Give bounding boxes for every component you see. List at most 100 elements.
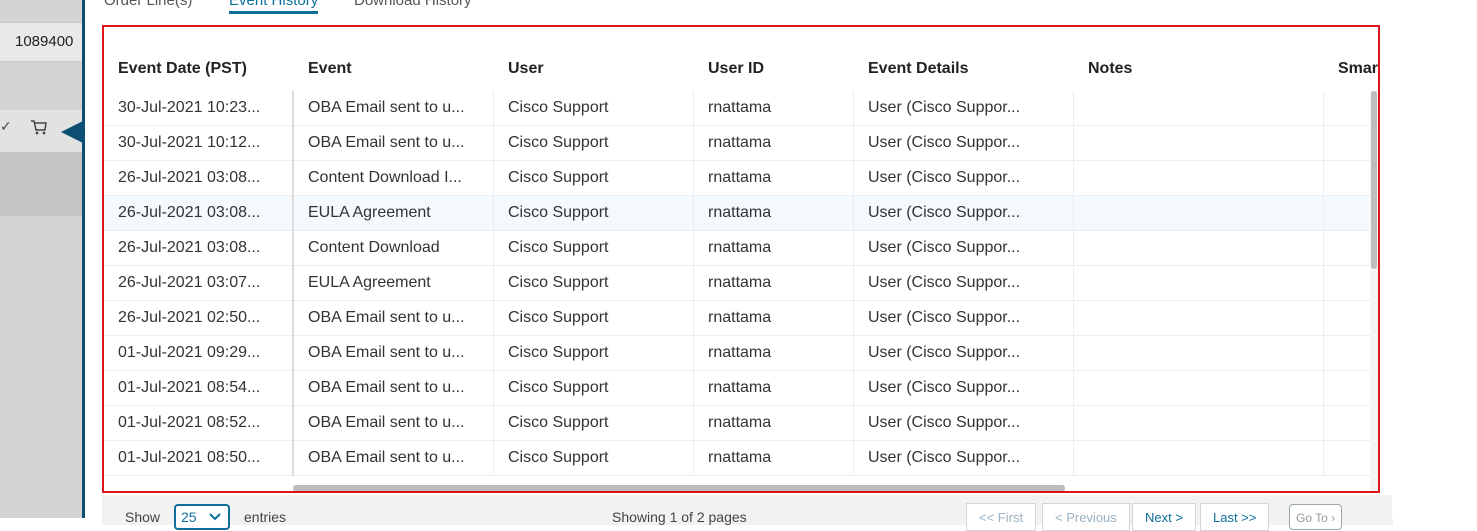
cell-event: OBA Email sent to u... [294,371,494,406]
cell-event: OBA Email sent to u... [294,301,494,336]
cell-user-id: rnattama [694,301,854,336]
cell-smart [1324,91,1374,126]
cell-event: EULA Agreement [294,266,494,301]
column-header-event-details[interactable]: Event Details [868,60,968,78]
column-header-user[interactable]: User [508,60,544,78]
cell-user: Cisco Support [494,301,694,336]
column-header-notes[interactable]: Notes [1088,60,1132,78]
cell-event-details: User (Cisco Suppor... [854,301,1074,336]
cell-user-id: rnattama [694,371,854,406]
table-row[interactable]: 26-Jul-2021 02:50... OBA Email sent to u.… [104,301,1374,336]
cell-user: Cisco Support [494,406,694,441]
goto-label: Go To [1296,511,1328,525]
cell-smart [1324,266,1374,301]
table-row[interactable]: 01-Jul-2021 08:52... OBA Email sent to u.… [104,406,1374,441]
cell-event-date: 30-Jul-2021 10:23... [104,91,294,126]
cell-event-date: 01-Jul-2021 09:29... [104,336,294,371]
cell-event: OBA Email sent to u... [294,126,494,161]
cell-user-id: rnattama [694,196,854,231]
cell-smart [1324,336,1374,371]
cell-event-details: User (Cisco Suppor... [854,161,1074,196]
column-header-user-id[interactable]: User ID [708,60,764,78]
cell-user-id: rnattama [694,161,854,196]
cell-user: Cisco Support [494,91,694,126]
cell-user: Cisco Support [494,161,694,196]
cell-event-date: 01-Jul-2021 08:54... [104,371,294,406]
cell-event-details: User (Cisco Suppor... [854,126,1074,161]
cell-event-details: User (Cisco Suppor... [854,371,1074,406]
modal-pointer-icon [61,121,83,143]
cell-user-id: rnattama [694,336,854,371]
checkmark-icon: ✓ [0,118,12,134]
cell-notes [1074,196,1324,231]
cell-event-details: User (Cisco Suppor... [854,406,1074,441]
cell-user: Cisco Support [494,196,694,231]
cell-event: OBA Email sent to u... [294,406,494,441]
background-page: 1089400 ✓ [0,0,83,518]
chevron-down-icon [209,513,221,521]
page-size-select[interactable]: 25 [174,504,230,530]
cell-user-id: rnattama [694,231,854,266]
previous-page-button[interactable]: < Previous [1042,503,1130,531]
column-header-event[interactable]: Event [308,60,352,78]
table-row[interactable]: 01-Jul-2021 09:29... OBA Email sent to u.… [104,336,1374,371]
table-row[interactable]: 26-Jul-2021 03:08... Content Download Cisc… [104,231,1374,266]
last-page-button[interactable]: Last >> [1200,503,1270,531]
cell-user: Cisco Support [494,231,694,266]
show-label: Show [125,509,161,525]
cell-user: Cisco Support [494,266,694,301]
cell-user-id: rnattama [694,126,854,161]
table-row[interactable]: 26-Jul-2021 03:07... EULA Agreement Cisco … [104,266,1374,301]
next-page-button[interactable]: Next > [1132,503,1196,531]
cell-user-id: rnattama [694,406,854,441]
cell-user: Cisco Support [494,371,694,406]
table-row[interactable]: 01-Jul-2021 08:54... OBA Email sent to u.… [104,371,1374,406]
cell-event: EULA Agreement [294,196,494,231]
cell-event-date: 26-Jul-2021 03:08... [104,196,294,231]
table-row[interactable]: 30-Jul-2021 10:23... OBA Email sent to u.… [104,91,1374,126]
cell-notes [1074,126,1324,161]
table-row[interactable]: 26-Jul-2021 03:08... Content Download I..… [104,161,1374,196]
cell-smart [1324,441,1374,476]
table-row[interactable]: 30-Jul-2021 10:12... OBA Email sent to u.… [104,126,1374,161]
cell-user-id: rnattama [694,91,854,126]
cell-notes [1074,371,1324,406]
cell-smart [1324,231,1374,266]
vertical-scrollbar-thumb[interactable] [1371,91,1377,269]
cell-event: Content Download [294,231,494,266]
page-size-value: 25 [181,509,197,525]
cell-notes [1074,406,1324,441]
cell-event-date: 01-Jul-2021 08:52... [104,406,294,441]
cart-icon[interactable] [30,118,48,136]
cell-event-details: User (Cisco Suppor... [854,336,1074,371]
cell-notes [1074,441,1324,476]
first-page-button[interactable]: << First [966,503,1037,531]
table-row[interactable]: 26-Jul-2021 03:08... EULA Agreement Cisco … [104,196,1374,231]
page-right-margin [1392,0,1477,518]
column-header-smart[interactable]: Smar [1338,60,1378,78]
cell-event-date: 26-Jul-2021 02:50... [104,301,294,336]
cell-notes [1074,161,1324,196]
cell-event-details: User (Cisco Suppor... [854,231,1074,266]
event-history-table: Event Date (PST) Event User User ID Even… [102,25,1380,493]
chevron-right-icon: › [1327,511,1336,525]
cell-user: Cisco Support [494,441,694,476]
column-header-event-date[interactable]: Event Date (PST) [118,60,247,78]
entries-label: entries [244,509,287,525]
cell-event: OBA Email sent to u... [294,91,494,126]
table-row[interactable]: 01-Jul-2021 08:50... OBA Email sent to u.… [104,441,1374,476]
cell-notes [1074,301,1324,336]
event-history-modal: Order Line(s) Event History Download His… [82,0,1393,531]
cell-user: Cisco Support [494,126,694,161]
background-panel [0,152,83,216]
cell-event-date: 26-Jul-2021 03:08... [104,161,294,196]
cell-user-id: rnattama [694,266,854,301]
tab-event-history[interactable]: Event History [229,0,319,14]
goto-page-button[interactable]: Go To › [1289,504,1343,530]
background-id-value: 1089400 [15,33,74,50]
tab-order-lines[interactable]: Order Line(s) [104,0,192,9]
tab-download-history[interactable]: Download History [354,0,472,9]
horizontal-scrollbar-thumb[interactable] [293,485,1065,491]
cell-smart [1324,371,1374,406]
cell-event-date: 01-Jul-2021 08:50... [104,441,294,476]
